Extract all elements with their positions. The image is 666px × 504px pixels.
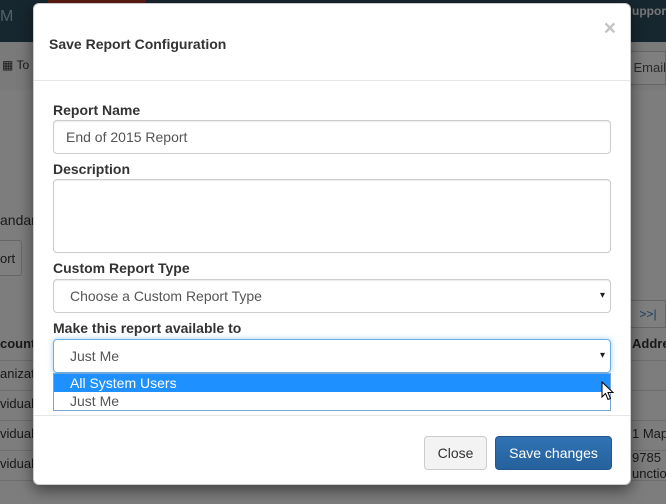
description-textarea[interactable] [53,179,611,253]
chevron-down-icon: ▾ [599,290,605,301]
chevron-down-icon: ▾ [599,350,605,361]
availability-label: Make this report available to [53,320,242,336]
close-button[interactable]: Close [424,436,487,470]
save-changes-button[interactable]: Save changes [495,436,612,470]
modal-title: Save Report Configuration [49,36,227,52]
modal-footer: Close Save changes [34,415,630,486]
report-name-label: Report Name [53,102,141,118]
custom-report-type-select[interactable]: Choose a Custom Report Type ▾ [53,279,611,313]
close-icon[interactable]: × [604,18,616,39]
availability-value: Just Me [70,348,120,364]
mouse-cursor-icon [601,381,614,401]
custom-report-type-value: Choose a Custom Report Type [70,288,262,304]
modal-header: Save Report Configuration × [34,4,630,81]
description-label: Description [53,161,131,177]
report-name-input[interactable]: End of 2015 Report [53,120,611,154]
custom-report-type-label: Custom Report Type [53,260,190,276]
availability-select[interactable]: Just Me ▾ [53,339,611,373]
save-report-modal: Save Report Configuration × Report Name … [33,3,631,485]
availability-dropdown: All System Users Just Me [53,373,611,411]
option-just-me[interactable]: Just Me [54,392,610,410]
option-all-system-users[interactable]: All System Users [54,374,610,392]
